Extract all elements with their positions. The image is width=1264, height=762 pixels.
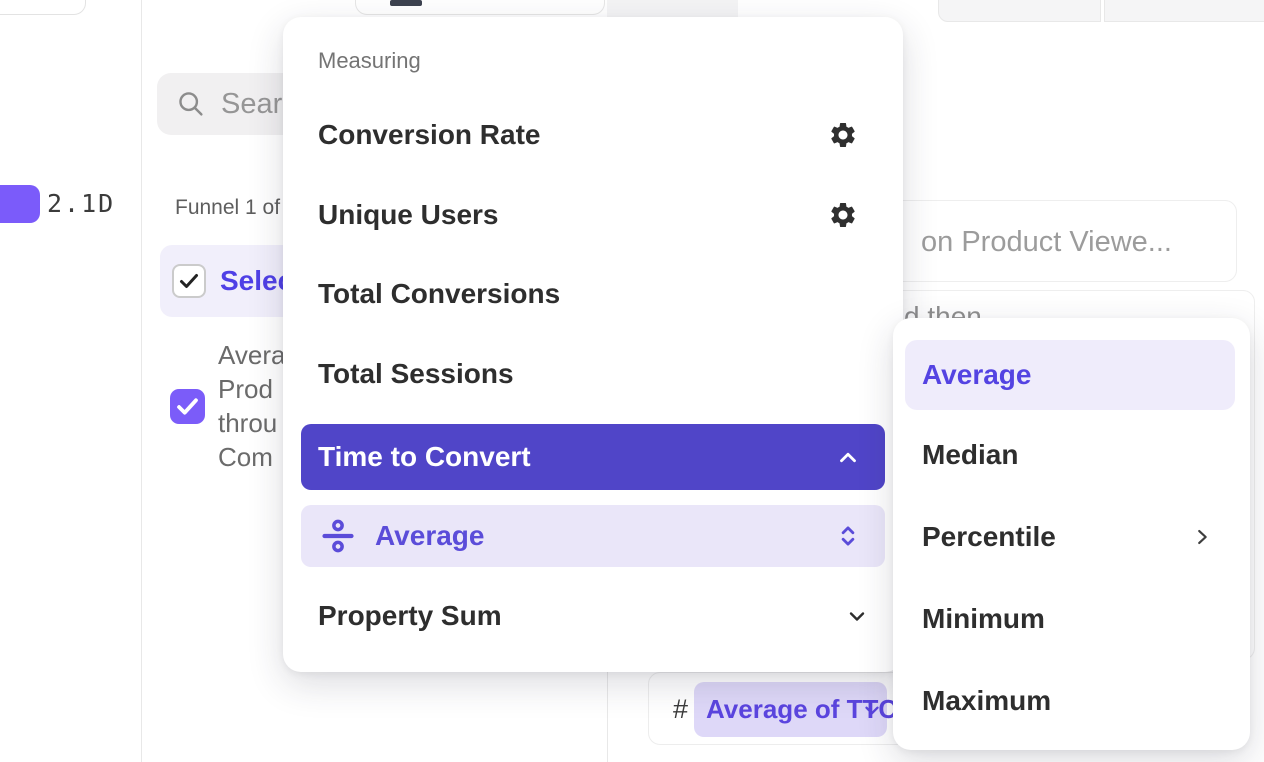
event-step-label: on Product Viewe... [921, 201, 1172, 283]
numeric-type-symbol: # [673, 673, 688, 746]
chevron-down-icon [861, 699, 883, 721]
menu-item-time-to-convert-selected[interactable]: Time to Convert [301, 424, 885, 490]
submenu-item-label: Percentile [922, 516, 1056, 558]
gear-icon[interactable] [828, 120, 858, 150]
chevron-up-icon [835, 445, 861, 471]
chevron-right-icon [1191, 526, 1213, 548]
submenu-item-label: Median [922, 434, 1018, 476]
vertical-divider [141, 0, 142, 762]
submenu-item-label: Maximum [922, 680, 1051, 722]
menu-item-label: Conversion Rate [318, 114, 541, 156]
submenu-item-average-selected[interactable]: Average [905, 340, 1235, 410]
gear-icon[interactable] [828, 200, 858, 230]
metric-dropdown[interactable]: Average of TTC [694, 682, 887, 737]
menu-item-label: Total Sessions [318, 353, 514, 395]
submenu-item-label: Average [922, 340, 1031, 410]
search-icon [176, 89, 205, 118]
menu-item-label: Property Sum [318, 595, 502, 637]
menu-item-total-sessions[interactable]: Total Sessions [283, 353, 903, 395]
fragment-glyph [390, 0, 422, 6]
menu-item-label: Time to Convert [318, 424, 531, 490]
menu-subitem-average-aggregation[interactable]: Average [301, 505, 885, 567]
step-description: Avera Prod throu Com [218, 338, 285, 474]
submenu-item-minimum[interactable]: Minimum [893, 598, 1250, 640]
menu-item-label: Unique Users [318, 194, 499, 236]
cropped-segment-button-left[interactable] [938, 0, 1101, 22]
checkmark-icon [177, 269, 201, 293]
checkmark-icon [174, 393, 201, 420]
cropped-dropdown-fragment[interactable] [355, 0, 605, 15]
menu-item-property-sum[interactable]: Property Sum [283, 595, 903, 637]
chevron-down-icon [845, 604, 869, 628]
funnel-pagination-label: Funnel 1 of [175, 196, 280, 220]
cropped-tab-fragment[interactable] [607, 0, 738, 18]
step-duration-label: 2.1D [47, 185, 115, 223]
aggregation-submenu: Average Median Percentile Minimum Maximu… [893, 318, 1250, 750]
menu-item-label: Total Conversions [318, 273, 560, 315]
menu-item-unique-users[interactable]: Unique Users [283, 194, 903, 236]
app-canvas: 2.1D Funnel 1 of Select Avera Prod throu… [0, 0, 1264, 762]
divide-icon [321, 519, 355, 553]
cropped-control-fragment [0, 0, 86, 15]
select-checkbox[interactable] [172, 264, 206, 298]
cropped-segment-button-right[interactable] [1104, 0, 1264, 22]
measuring-menu: Measuring Conversion Rate Unique Users T… [283, 17, 903, 672]
submenu-item-label: Minimum [922, 598, 1045, 640]
step-checkbox[interactable] [170, 389, 205, 424]
metric-type-card: # Average of TTC [648, 672, 918, 745]
menu-item-total-conversions[interactable]: Total Conversions [283, 273, 903, 315]
menu-item-conversion-rate[interactable]: Conversion Rate [283, 114, 903, 156]
up-down-chevrons-icon [835, 523, 861, 549]
submenu-item-median[interactable]: Median [893, 434, 1250, 476]
submenu-item-maximum[interactable]: Maximum [893, 680, 1250, 722]
step-color-bar [0, 185, 40, 223]
measuring-menu-header: Measuring [318, 48, 421, 74]
menu-item-label: Average [375, 505, 484, 567]
submenu-item-percentile[interactable]: Percentile [893, 516, 1250, 558]
